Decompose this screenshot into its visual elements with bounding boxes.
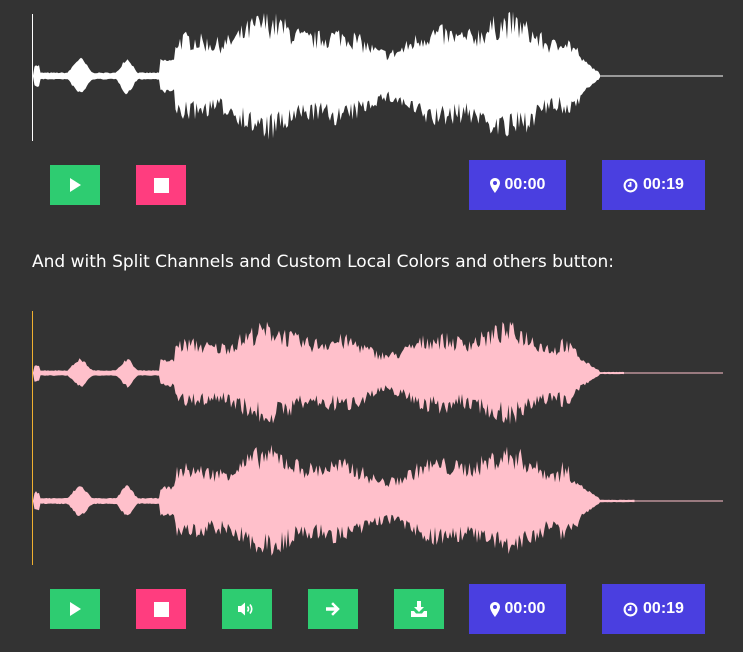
waveform-2[interactable] [0,309,743,567]
download-button[interactable] [394,589,444,629]
stop-button[interactable] [136,165,186,205]
play-button-2[interactable] [50,589,100,629]
arrow-right-icon [326,602,340,616]
clock-icon [623,178,638,192]
current-time-button[interactable]: 00:00 [469,160,566,210]
duration-button[interactable]: 00:19 [602,160,705,210]
stop-icon [153,177,169,193]
volume-icon [238,602,253,616]
waveform-1[interactable] [0,12,743,144]
duration-button-2[interactable]: 00:19 [602,584,705,634]
map-marker-icon [489,601,500,617]
skip-forward-button[interactable] [308,589,358,629]
current-time-button-2[interactable]: 00:00 [469,584,566,634]
play-button[interactable] [50,165,100,205]
waveform-1-canvas[interactable] [0,12,743,144]
volume-button[interactable] [222,589,272,629]
duration-label: 00:19 [643,600,684,617]
waveform-2-canvas[interactable] [0,309,743,567]
stop-icon [153,601,169,617]
current-time-label: 00:00 [504,600,546,617]
current-time-label: 00:00 [504,176,546,193]
play-icon [70,178,81,192]
duration-label: 00:19 [643,176,684,193]
stop-button-2[interactable] [136,589,186,629]
map-marker-icon [489,177,500,193]
download-icon [411,601,427,617]
waveform-shape [33,444,635,556]
section-caption: And with Split Channels and Custom Local… [32,252,614,272]
play-icon [70,602,81,616]
clock-icon [623,602,638,616]
